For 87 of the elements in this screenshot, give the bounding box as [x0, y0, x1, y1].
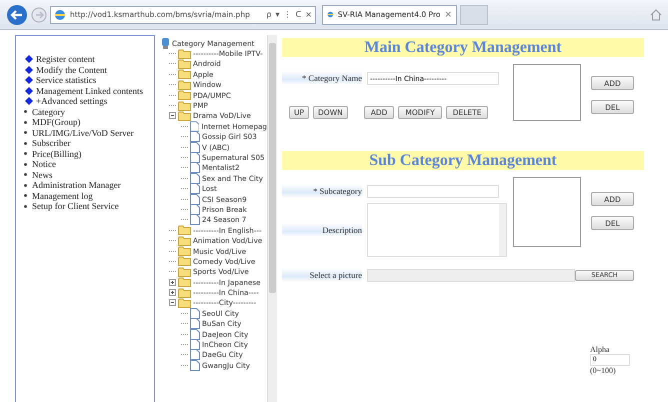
- nav-link[interactable]: Setup for Client Service: [32, 201, 119, 212]
- folder-icon: [178, 246, 191, 256]
- bullet-icon: [24, 194, 27, 198]
- page-icon: [190, 328, 200, 340]
- folder-icon: [178, 110, 191, 121]
- bullet-icon: [24, 152, 27, 156]
- folder-icon: [178, 48, 191, 59]
- subcategory-field[interactable]: [367, 184, 499, 198]
- nav-link[interactable]: News: [32, 170, 52, 180]
- description-field[interactable]: [367, 203, 507, 257]
- scrollbar[interactable]: [267, 35, 277, 402]
- page-icon: [190, 349, 200, 360]
- expander-icon[interactable]: [169, 299, 176, 306]
- folder-icon: [178, 298, 191, 308]
- page-icon: [190, 339, 200, 350]
- nav-link[interactable]: Price(Billing): [32, 148, 82, 159]
- nav-link[interactable]: Register content: [36, 54, 95, 64]
- page-icon: [190, 214, 200, 226]
- tab-close[interactable]: ×: [444, 10, 452, 20]
- bullet-icon: [24, 162, 27, 166]
- page-icon: [190, 120, 200, 132]
- new-tab-button[interactable]: [460, 4, 488, 24]
- page-icon: [190, 194, 200, 205]
- page-icon: [190, 360, 200, 371]
- nav-link[interactable]: Management log: [32, 190, 93, 201]
- folder-icon: [178, 288, 191, 298]
- computer-icon: [161, 38, 170, 49]
- nav-link[interactable]: Modify the Content: [36, 64, 107, 75]
- bullet-icon: [24, 120, 27, 124]
- bullet-icon: [24, 110, 27, 114]
- list-box[interactable]: [513, 64, 581, 121]
- address-control[interactable]: ⋮: [283, 10, 292, 19]
- nav-link[interactable]: Management Linked contents: [36, 86, 143, 96]
- page-icon: [190, 308, 200, 319]
- address-control[interactable]: ρ: [266, 10, 272, 19]
- alpha-range: (0~100): [590, 366, 616, 375]
- address-control[interactable]: ▾: [275, 10, 280, 19]
- globe-icon: [327, 9, 334, 20]
- nav-link[interactable]: URL/IMG/Live/VoD Server: [32, 128, 134, 138]
- bullet-icon: [24, 204, 27, 208]
- folder-icon: [178, 266, 191, 277]
- expander-icon[interactable]: [169, 289, 176, 296]
- field-label: Description: [282, 223, 362, 237]
- page-icon: [190, 131, 200, 142]
- page-icon: [190, 318, 200, 330]
- nav-link[interactable]: Administration Manager: [32, 180, 121, 190]
- page-icon: [190, 183, 200, 194]
- folder-icon: [178, 256, 191, 266]
- page-icon: [190, 162, 200, 174]
- nav-link[interactable]: Service statistics: [36, 75, 96, 86]
- alpha-label: Alpha: [590, 345, 610, 354]
- folder-icon: [178, 58, 191, 69]
- page-icon: [190, 142, 200, 153]
- folder-icon: [178, 277, 191, 288]
- bullet-icon: [24, 142, 27, 145]
- folder-icon: [178, 100, 191, 111]
- section-title: Sub Category Management: [282, 151, 644, 170]
- list-box[interactable]: [513, 177, 581, 247]
- back-icon[interactable]: [6, 4, 28, 26]
- bullet-icon: [24, 184, 27, 187]
- nav-link[interactable]: Category: [32, 106, 65, 117]
- expander-icon[interactable]: [169, 278, 176, 286]
- folder-icon: [178, 225, 191, 236]
- nav-link[interactable]: +Advanced settings: [36, 96, 108, 106]
- expander-icon[interactable]: [169, 112, 176, 120]
- field-label: * Subcategory: [282, 184, 362, 198]
- address-control[interactable]: ᑕ: [295, 10, 302, 19]
- globe-icon: [54, 8, 66, 20]
- folder-icon: [178, 80, 191, 90]
- nav-link[interactable]: Subscriber: [32, 138, 70, 148]
- folder-icon: [178, 69, 191, 80]
- section-title: Main Category Management: [282, 38, 644, 57]
- field-label: Select a picture: [282, 268, 362, 282]
- nav-link[interactable]: Notice: [32, 159, 56, 170]
- bullet-icon: [24, 173, 27, 176]
- folder-icon: [178, 90, 191, 100]
- page-icon: [190, 172, 200, 184]
- file-path-field[interactable]: [367, 268, 575, 282]
- forward-icon[interactable]: [31, 6, 47, 22]
- address-control[interactable]: ×: [305, 10, 312, 19]
- folder-icon: [178, 236, 191, 246]
- page-icon: [190, 204, 200, 215]
- bullet-icon: [24, 131, 27, 134]
- home-icon[interactable]: [650, 8, 662, 20]
- nav-link[interactable]: MDF(Group): [32, 117, 80, 128]
- field-label: * Category Name: [282, 71, 362, 85]
- page-icon: [190, 152, 200, 163]
